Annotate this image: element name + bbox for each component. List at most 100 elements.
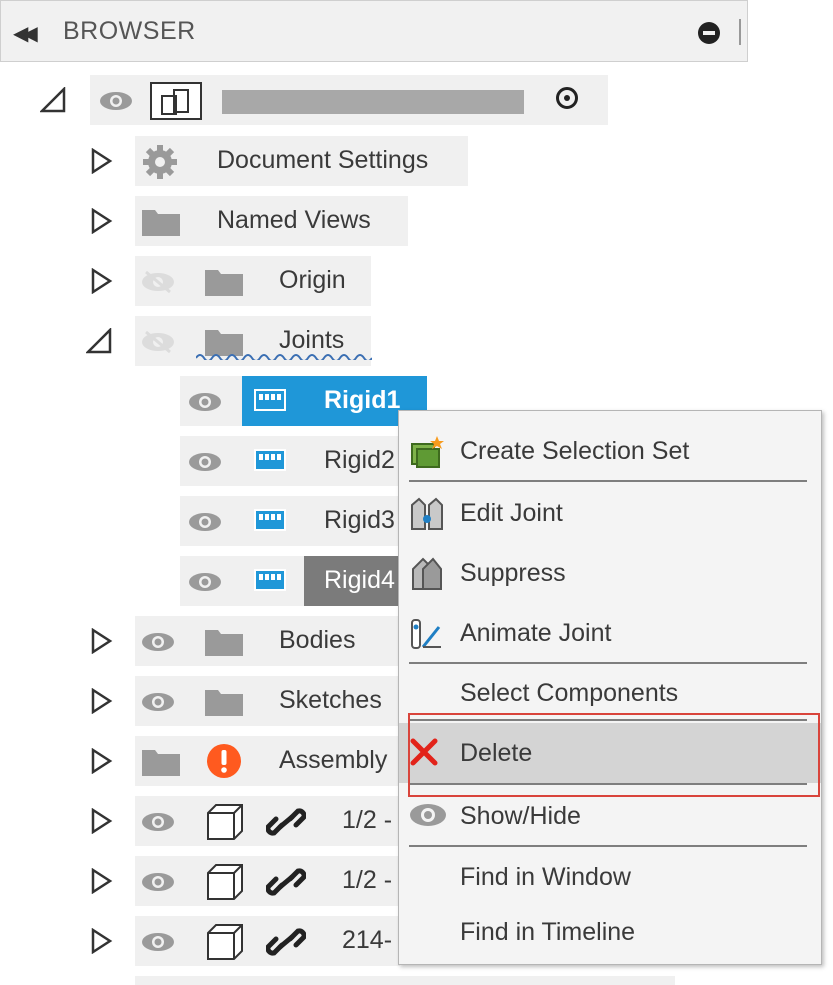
expand-triangle-icon[interactable] [88,148,114,174]
tree-item-component[interactable]: 1/2 - [0,856,400,906]
browser-title: BROWSER [63,17,196,45]
activate-radio-icon[interactable] [556,87,578,109]
link-icon [266,868,306,896]
folder-icon [142,750,180,776]
expand-triangle-icon[interactable] [88,928,114,954]
expand-triangle-icon[interactable] [88,748,114,774]
tree-item-joints[interactable]: Joints [0,316,372,366]
tree-item-document-settings[interactable]: Document Settings [0,136,470,186]
menu-separator [409,719,807,721]
menu-item-show-hide[interactable]: Show/Hide [399,788,821,844]
rigid2-label: Rigid2 [324,446,395,474]
folder-icon [205,690,243,716]
tree-item-component[interactable]: 1/2 - [0,796,400,846]
folder-icon [205,270,243,296]
link-icon [266,928,306,956]
menu-item-label: Edit Joint [460,499,563,527]
suppress-icon [412,557,442,590]
component-box-icon [207,804,243,840]
menu-separator [409,662,807,664]
tree-item-component[interactable]: 214- [0,916,400,966]
eye-icon[interactable] [99,90,133,112]
eye-icon[interactable] [188,511,222,533]
bodies-label: Bodies [279,626,356,654]
eye-icon[interactable] [188,571,222,593]
expand-triangle-icon[interactable] [88,688,114,714]
menu-item-label: Create Selection Set [460,437,690,465]
sketches-label: Sketches [279,686,382,714]
eye-hidden-icon[interactable] [141,331,175,353]
eye-hidden-icon[interactable] [141,271,175,293]
animate-joint-icon [411,619,441,649]
minimize-icon[interactable] [698,22,720,44]
delete-x-icon [410,738,438,766]
edit-joint-icon [411,497,443,530]
tree-item-assembly[interactable]: Assembly [0,736,400,786]
expand-triangle-icon[interactable] [88,808,114,834]
rigid-joint-icon [254,569,286,591]
collapse-panel-icon[interactable]: ◀◀ [13,21,38,46]
gear-icon [143,145,177,179]
menu-separator [409,845,807,847]
context-menu: Create Selection Set Edit Joint Suppress… [398,410,822,965]
component-label: 1/2 - [342,806,393,834]
menu-item-create-selection-set[interactable]: Create Selection Set [399,423,821,479]
browser-header: ◀◀ BROWSER [0,0,748,62]
menu-separator [409,783,807,785]
warning-squiggle [196,354,372,360]
menu-separator [409,480,807,482]
tree-root-row[interactable] [0,75,620,125]
folder-icon [205,630,243,656]
menu-item-delete[interactable]: Delete [399,723,821,783]
menu-item-animate-joint[interactable]: Animate Joint [399,605,821,661]
eye-icon[interactable] [141,691,175,713]
tree-item-bodies[interactable]: Bodies [0,616,400,666]
component-label: 1/2 - [342,866,393,894]
component-box-icon [207,864,243,900]
expand-triangle-icon[interactable] [88,268,114,294]
expand-triangle-icon[interactable] [88,628,114,654]
expand-triangle-icon[interactable] [88,868,114,894]
tree-item-rigid2[interactable]: Rigid2 [0,436,430,486]
menu-item-label: Find in Window [460,863,631,891]
expand-triangle-icon[interactable] [88,208,114,234]
tree-item-origin[interactable]: Origin [0,256,372,306]
tree-item-partial [0,976,680,985]
expanded-triangle-icon[interactable] [86,328,112,354]
eye-icon [410,804,446,826]
tree-item-rigid3[interactable]: Rigid3 [0,496,430,546]
eye-icon[interactable] [141,871,175,893]
menu-item-label: Suppress [460,559,566,587]
selection-set-icon [411,436,444,468]
tree-item-named-views[interactable]: Named Views [0,196,410,246]
resize-grip[interactable] [739,19,741,45]
menu-item-label: Select Components [460,679,679,707]
component-label: 214- [342,926,393,954]
menu-item-find-in-timeline[interactable]: Find in Timeline [399,904,821,960]
document-settings-label: Document Settings [217,146,429,174]
component-box-icon [207,924,243,960]
link-icon [266,808,306,836]
row-bg [135,976,675,985]
folder-icon [142,210,180,236]
tree-item-rigid1[interactable]: Rigid1 [0,376,430,426]
menu-item-find-in-window[interactable]: Find in Window [399,849,821,905]
eye-icon[interactable] [141,631,175,653]
expanded-triangle-icon[interactable] [40,87,66,113]
menu-item-select-components[interactable]: Select Components [399,665,821,721]
tree-item-rigid4[interactable]: Rigid4 [0,556,430,606]
component-icon [150,82,202,120]
menu-item-edit-joint[interactable]: Edit Joint [399,485,821,541]
eye-icon[interactable] [188,451,222,473]
eye-icon[interactable] [188,391,222,413]
tree-item-sketches[interactable]: Sketches [0,676,400,726]
assembly-label: Assembly [279,746,388,774]
menu-item-suppress[interactable]: Suppress [399,545,821,601]
rigid1-label: Rigid1 [324,386,401,414]
eye-icon[interactable] [141,931,175,953]
rigid-joint-icon [254,509,286,531]
menu-item-label: Delete [460,739,533,767]
eye-icon[interactable] [141,811,175,833]
menu-item-label: Animate Joint [460,619,612,647]
warning-icon [207,744,241,778]
